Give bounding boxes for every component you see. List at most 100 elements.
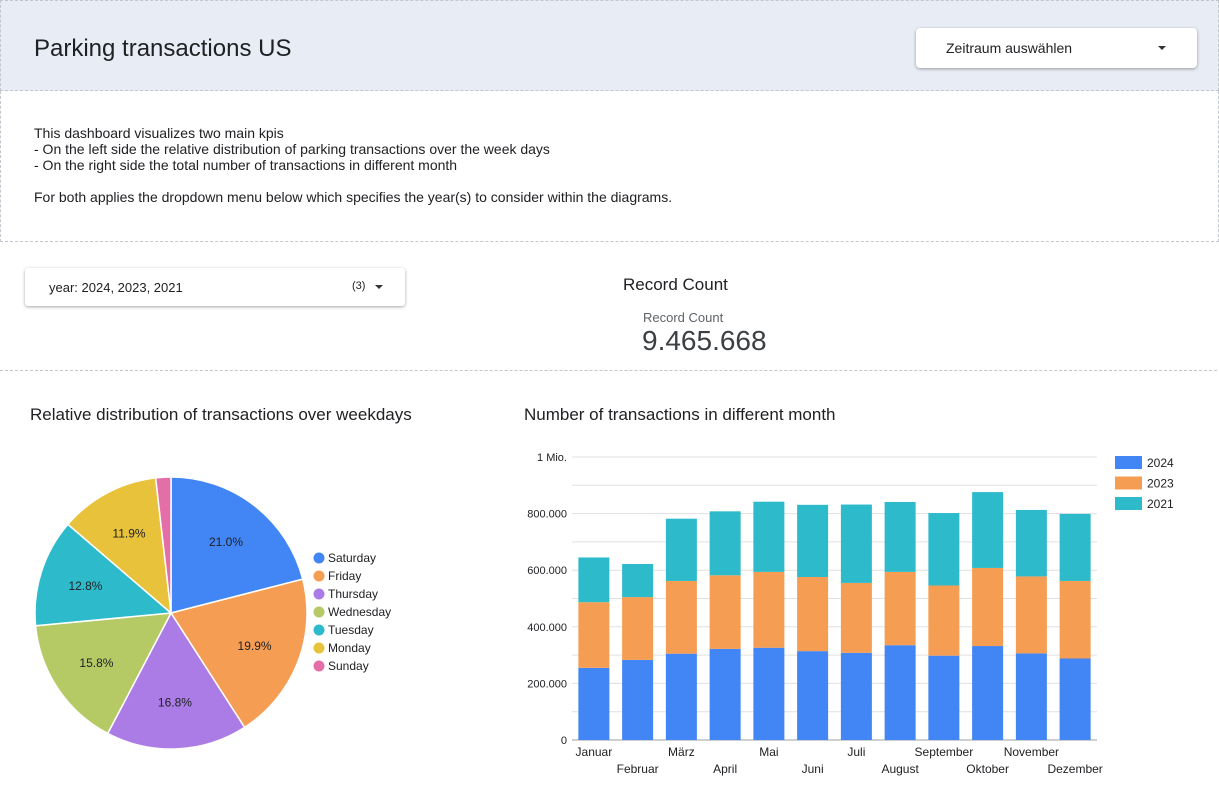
legend-item-thursday[interactable]: Thursday <box>328 587 378 601</box>
bar-2024-juni[interactable] <box>797 651 829 740</box>
bar-2023-oktober[interactable] <box>972 567 1004 647</box>
bar-2024-mai[interactable] <box>753 647 785 740</box>
bar-2021-märz[interactable] <box>665 518 697 581</box>
pie-chart-title: Relative distribution of transactions ov… <box>30 405 412 424</box>
bar-2024-februar[interactable] <box>622 659 654 740</box>
bar-2023-juli[interactable] <box>840 582 872 653</box>
legend-item-2021[interactable]: 2021 <box>1147 497 1174 511</box>
bar-2023-märz[interactable] <box>665 580 697 654</box>
x-tick-label: Mai <box>759 745 778 759</box>
date-range-dropdown[interactable]: Zeitraum auswählen <box>916 28 1197 68</box>
bar-2024-november[interactable] <box>1015 653 1047 740</box>
bar-2021-februar[interactable] <box>622 563 654 598</box>
date-range-label: Zeitraum auswählen <box>946 40 1073 56</box>
x-tick-label: Januar <box>576 745 613 759</box>
description-line: - On the right side the total number of … <box>34 157 458 173</box>
dashboard-header: Parking transactions US Zeitraum auswähl… <box>0 0 1219 91</box>
weekday-pie-chart: 21.0% 19.9% 16.8% 15.8% 12.8% 11.9% Saturday Fr… <box>34 476 391 750</box>
legend-item-tuesday[interactable]: Tuesday <box>328 623 374 637</box>
bar-2023-mai[interactable] <box>753 571 785 648</box>
description-line: This dashboard visualizes two main kpis <box>34 125 284 141</box>
legend-item-monday[interactable]: Monday <box>328 641 371 655</box>
bar-2023-februar[interactable] <box>622 597 654 660</box>
bar-2023-august[interactable] <box>884 571 916 646</box>
legend-marker <box>313 570 325 582</box>
bar-2023-april[interactable] <box>709 575 741 649</box>
x-tick-label: August <box>881 762 919 776</box>
legend-item-2024[interactable]: 2024 <box>1147 456 1174 470</box>
y-tick-label: 1 Mio. <box>537 452 567 464</box>
bar-2021-november[interactable] <box>1015 509 1047 577</box>
legend-item-friday[interactable]: Friday <box>328 569 361 583</box>
bar-chart-title: Number of transactions in different mont… <box>524 405 836 424</box>
description-line: - On the left side the relative distribu… <box>34 141 550 157</box>
legend-marker <box>313 588 325 600</box>
pie-value-label: 15.8% <box>79 656 113 670</box>
pie-value-label: 11.9% <box>112 527 145 541</box>
y-tick-label: 400.000 <box>527 622 567 634</box>
bar-2023-november[interactable] <box>1015 576 1047 654</box>
bar-2021-dezember[interactable] <box>1059 513 1091 581</box>
bar-2023-dezember[interactable] <box>1059 580 1091 659</box>
bar-2021-august[interactable] <box>884 501 916 572</box>
record-count-title: Record Count <box>623 275 728 294</box>
year-filter-count: (3) <box>352 280 366 292</box>
legend-swatch <box>1115 476 1142 490</box>
x-tick-label: Juni <box>802 762 824 776</box>
year-filter-dropdown[interactable]: year: 2024, 2023, 2021 (3) <box>25 268 405 306</box>
bar-2024-juli[interactable] <box>840 652 872 740</box>
chevron-down-icon <box>375 285 383 289</box>
filter-section <box>0 242 1217 371</box>
bar-2021-april[interactable] <box>709 511 741 576</box>
bar-2021-juli[interactable] <box>840 504 872 583</box>
bar-2024-oktober[interactable] <box>972 646 1004 740</box>
x-tick-label: März <box>668 745 695 759</box>
x-tick-label: April <box>713 762 737 776</box>
legend-marker <box>313 552 325 564</box>
legend-item-2023[interactable]: 2023 <box>1147 477 1174 491</box>
description-panel: This dashboard visualizes two main kpis … <box>0 91 1219 242</box>
bar-2021-mai[interactable] <box>753 501 785 572</box>
bar-2021-juni[interactable] <box>797 504 829 577</box>
y-tick-label: 800.000 <box>527 509 567 521</box>
bar-2024-märz[interactable] <box>665 653 697 740</box>
record-count-value: 9.465.668 <box>642 325 767 356</box>
bar-2021-januar[interactable] <box>578 557 610 603</box>
x-tick-label: September <box>915 745 974 759</box>
bar-2023-juni[interactable] <box>797 576 829 652</box>
y-tick-label: 600.000 <box>527 565 567 577</box>
legend-marker <box>313 624 325 636</box>
legend-marker <box>313 606 325 618</box>
legend-item-wednesday[interactable]: Wednesday <box>328 605 391 619</box>
legend-item-sunday[interactable]: Sunday <box>328 659 369 673</box>
legend-marker <box>313 642 325 654</box>
bar-2021-september[interactable] <box>928 513 960 586</box>
legend-item-saturday[interactable]: Saturday <box>328 551 376 565</box>
pie-value-label: 19.9% <box>238 639 272 653</box>
pie-value-label: 16.8% <box>158 696 192 710</box>
bar-2023-september[interactable] <box>928 585 960 656</box>
bar-2023-januar[interactable] <box>578 602 610 668</box>
page-title: Parking transactions US <box>34 35 292 62</box>
bar-2024-september[interactable] <box>928 655 960 740</box>
y-tick-label: 200.000 <box>527 678 567 690</box>
legend-swatch <box>1115 497 1142 510</box>
bar-2024-august[interactable] <box>884 645 916 740</box>
bar-2024-dezember[interactable] <box>1059 658 1091 740</box>
bar-2024-april[interactable] <box>709 648 741 740</box>
y-tick-label: 0 <box>561 735 567 747</box>
chevron-down-icon <box>1158 46 1166 50</box>
description-line: For both applies the dropdown menu below… <box>34 189 673 205</box>
bar-2021-oktober[interactable] <box>972 492 1004 568</box>
legend-swatch <box>1115 456 1142 469</box>
x-tick-label: Juli <box>847 745 865 759</box>
month-bar-chart: 0 200.000 400.000 600.000 800.000 1 Mio. Janua… <box>527 452 1174 776</box>
pie-value-label: 12.8% <box>68 579 102 593</box>
bar-2024-januar[interactable] <box>578 667 610 740</box>
x-tick-label: November <box>1004 745 1059 759</box>
x-tick-label: Dezember <box>1047 762 1102 776</box>
record-count-label: Record Count <box>643 310 724 325</box>
x-tick-label: Februar <box>617 762 659 776</box>
x-tick-label: Oktober <box>966 762 1009 776</box>
legend-marker <box>313 660 325 672</box>
